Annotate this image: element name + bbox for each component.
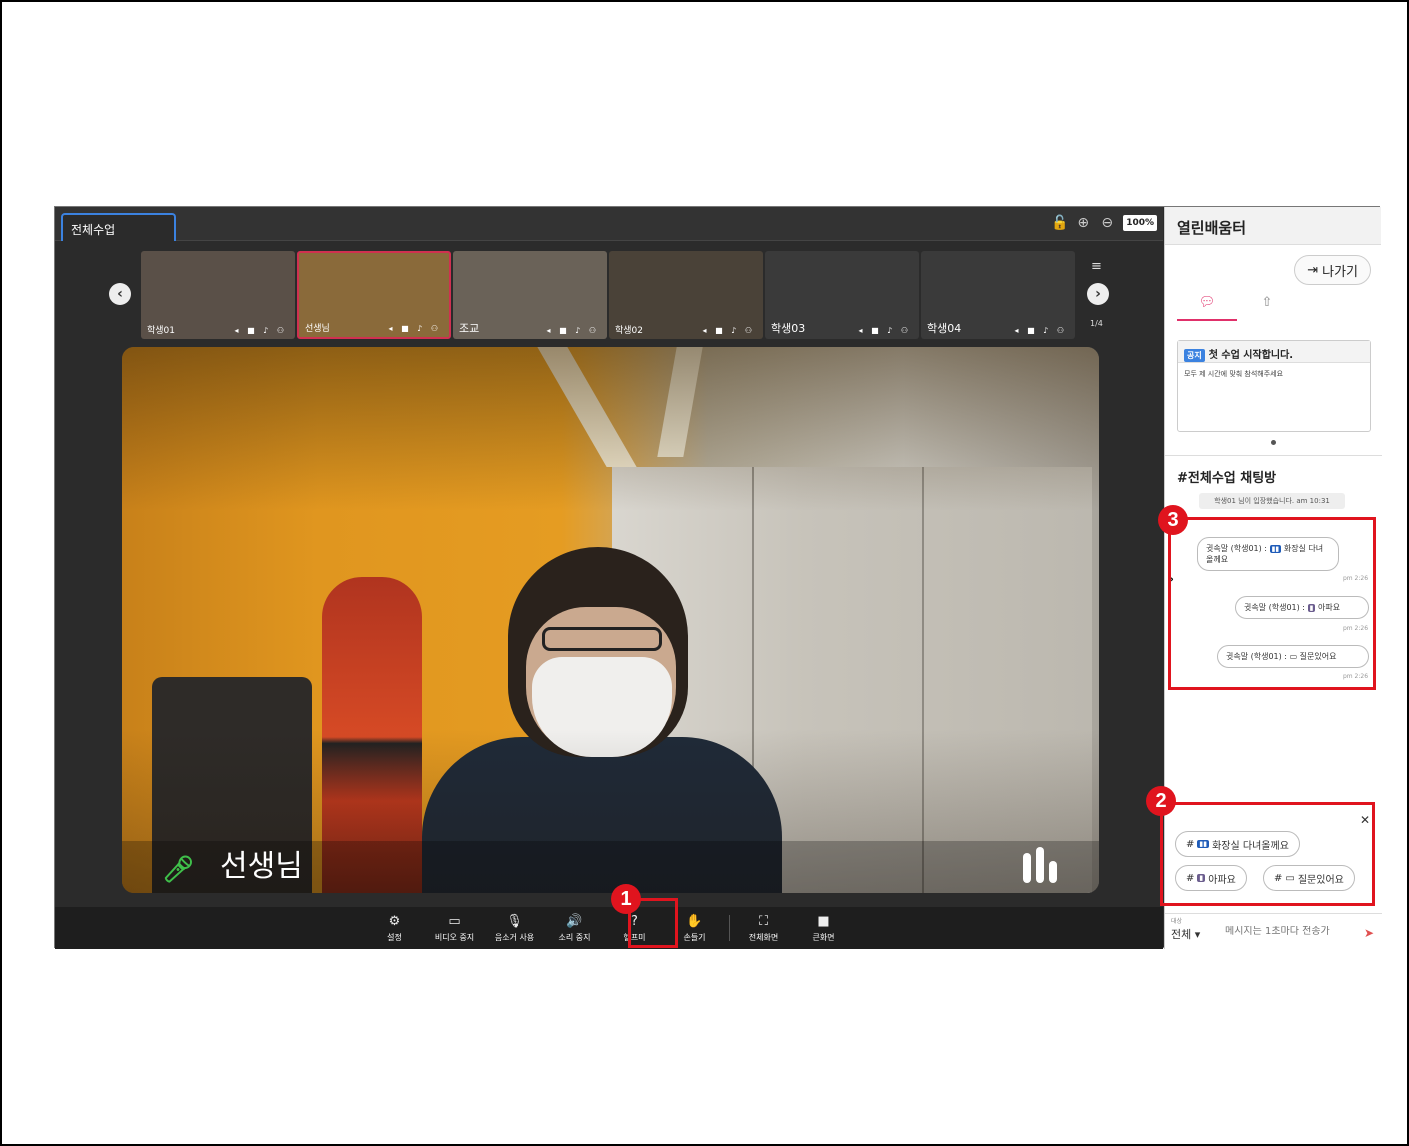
mic-button[interactable]: 🎙 음소거 사용 [485,914,545,943]
toolbar-separator [728,915,730,941]
video-caption-bar: 🎤︎ 선생님 [122,841,1099,893]
prev-page-button[interactable]: ‹ [109,283,131,305]
speaker-name: 선생님 [220,849,303,884]
zoom-out-icon[interactable]: ⊖ [1099,215,1115,231]
participant-thumbnail[interactable]: 학생04 ◂ ■ ♪ ⚇ [921,251,1075,339]
notice-title-text: 첫 수업 시작합니다. [1208,350,1294,361]
participant-thumbnail[interactable]: 조교 ◂ ■ ♪ ⚇ [453,251,607,339]
participant-status-icons: ◂ ■ ♪ ⚇ [388,324,441,333]
main-video: 🎤︎ 선생님 [122,347,1099,893]
chat-input-row: 대상 전체 ▾ ➤ [1165,913,1382,949]
fullscreen-button[interactable]: ⛶ 전체화면 [734,914,794,943]
callout-3: 3 [1158,505,1188,535]
toolbar-label: 큰화면 [812,932,835,942]
caret-down-icon: ▾ [1194,928,1201,941]
notice-card: 공지 첫 수업 시작합니다. 모두 제 시간에 맞춰 참석해주세요 [1177,340,1371,432]
tab-bar: 전체수업 🔓 ⊕ ⊖ 100% [55,207,1163,241]
target-select[interactable]: 전체 ▾ [1171,926,1200,942]
mic-icon: 🎙 [506,913,523,929]
participant-status-icons: ◂ ■ ♪ ⚇ [234,326,287,335]
zoom-in-icon[interactable]: ⊕ [1075,215,1091,231]
video-icon: ▭ [448,913,461,929]
participant-thumbnail[interactable]: 학생02 ◂ ■ ♪ ⚇ [609,251,763,339]
chat-room-title: #전체수업 채팅방 [1177,471,1277,486]
callout-1: 1 [611,884,641,914]
send-icon[interactable]: ➤ [1364,926,1374,940]
target-label: 대상 [1171,918,1183,925]
participant-name: 조교 [459,322,480,335]
upload-icon: ⇧ [1261,295,1273,310]
participant-name: 학생03 [771,322,806,335]
large-screen-button[interactable]: ■ 큰화면 [794,914,854,943]
participant-status-icons: ◂ ■ ♪ ⚇ [1014,326,1067,335]
target-value: 전체 [1171,928,1192,941]
tab-chat[interactable]: 💬︎ [1177,295,1237,321]
panel-tabs: 💬︎ ⇧ [1177,295,1297,321]
zoom-level[interactable]: 100% [1123,215,1157,231]
filter-icon[interactable]: ≡ [1091,259,1102,274]
participant-thumbnail[interactable]: 학생03 ◂ ■ ♪ ⚇ [765,251,919,339]
mic-on-icon: 🎤︎ [162,855,196,885]
participant-thumbnail[interactable]: 학생01 ◂ ■ ♪ ⚇ [141,251,295,339]
tab-class[interactable]: 전체수업 [61,213,176,241]
highlight-box-2 [1160,802,1375,906]
video-stage: 전체수업 🔓 ⊕ ⊖ 100% ‹ › ≡ 1/4 학생01 ◂ ■ ♪ ⚇ 선생님… [55,207,1163,949]
participant-thumbnail[interactable]: 선생님 ◂ ■ ♪ ⚇ [297,251,451,339]
participant-status-icons: ◂ ■ ♪ ⚇ [858,326,911,335]
notice-badge: 공지 [1184,349,1205,362]
speaker-icon: 🔊 [566,913,583,929]
notice-title: 공지 첫 수업 시작합니다. [1178,341,1370,363]
participant-thumbnails: 학생01 ◂ ■ ♪ ⚇ 선생님 ◂ ■ ♪ ⚇ 조교 ◂ ■ ♪ ⚇ 학생02 ◂ ■ ♪ … [141,251,1076,341]
tab-files[interactable]: ⇧ [1237,295,1297,321]
large-screen-icon: ■ [817,913,830,929]
exit-label: 나가기 [1322,264,1358,280]
exit-icon: ⇥ [1307,262,1319,278]
callout-2: 2 [1146,786,1176,816]
participant-status-icons: ◂ ■ ♪ ⚇ [546,326,599,335]
panel-title: 열린배움터 [1165,207,1381,245]
participant-name: 학생01 [147,326,176,336]
chat-icon: 💬︎ [1198,295,1216,310]
highlight-box-3 [1168,517,1376,690]
system-message: 학생01 님이 입장했습니다. am 10:31 [1199,493,1345,509]
toolbar-label: 비디오 중지 [434,932,475,942]
view-controls: 🔓 ⊕ ⊖ 100% [1051,213,1157,233]
participant-status-icons: ◂ ■ ♪ ⚇ [702,326,755,335]
bottom-toolbar: ⚙ 설정 ▭ 비디오 중지 🎙 음소거 사용 🔊 소리 중지? 헬프미 ✋ 손들기 ⛶ 전체화면 ■ 큰화면 [55,907,1163,949]
toolbar-label: 소리 중지 [558,932,591,942]
page-indicator: 1/4 [1090,319,1103,328]
gear-icon: ⚙ [388,913,401,929]
vignette [122,347,1099,893]
notice-body: 모두 제 시간에 맞춰 참석해주세요 [1184,370,1284,378]
video-button[interactable]: ▭ 비디오 중지 [425,914,485,943]
message-input[interactable] [1225,926,1353,937]
lock-icon[interactable]: 🔓 [1051,215,1068,231]
divider [1165,455,1382,456]
carousel-dot[interactable] [1271,440,1276,445]
audio-level-icon [1023,847,1057,883]
participant-name: 선생님 [305,324,330,334]
toolbar-label: 전체화면 [748,932,779,942]
speaker-button[interactable]: 🔊 소리 중지 [545,914,605,943]
toolbar-label: 설정 [387,932,402,942]
gear-button[interactable]: ⚙ 설정 [365,914,425,943]
next-page-button[interactable]: › [1087,283,1109,305]
exit-button[interactable]: ⇥ 나가기 [1294,255,1371,285]
participant-name: 학생02 [615,326,644,336]
participant-name: 학생04 [927,322,962,335]
toolbar-label: 음소거 사용 [494,932,535,942]
fullscreen-icon: ⛶ [758,913,769,929]
